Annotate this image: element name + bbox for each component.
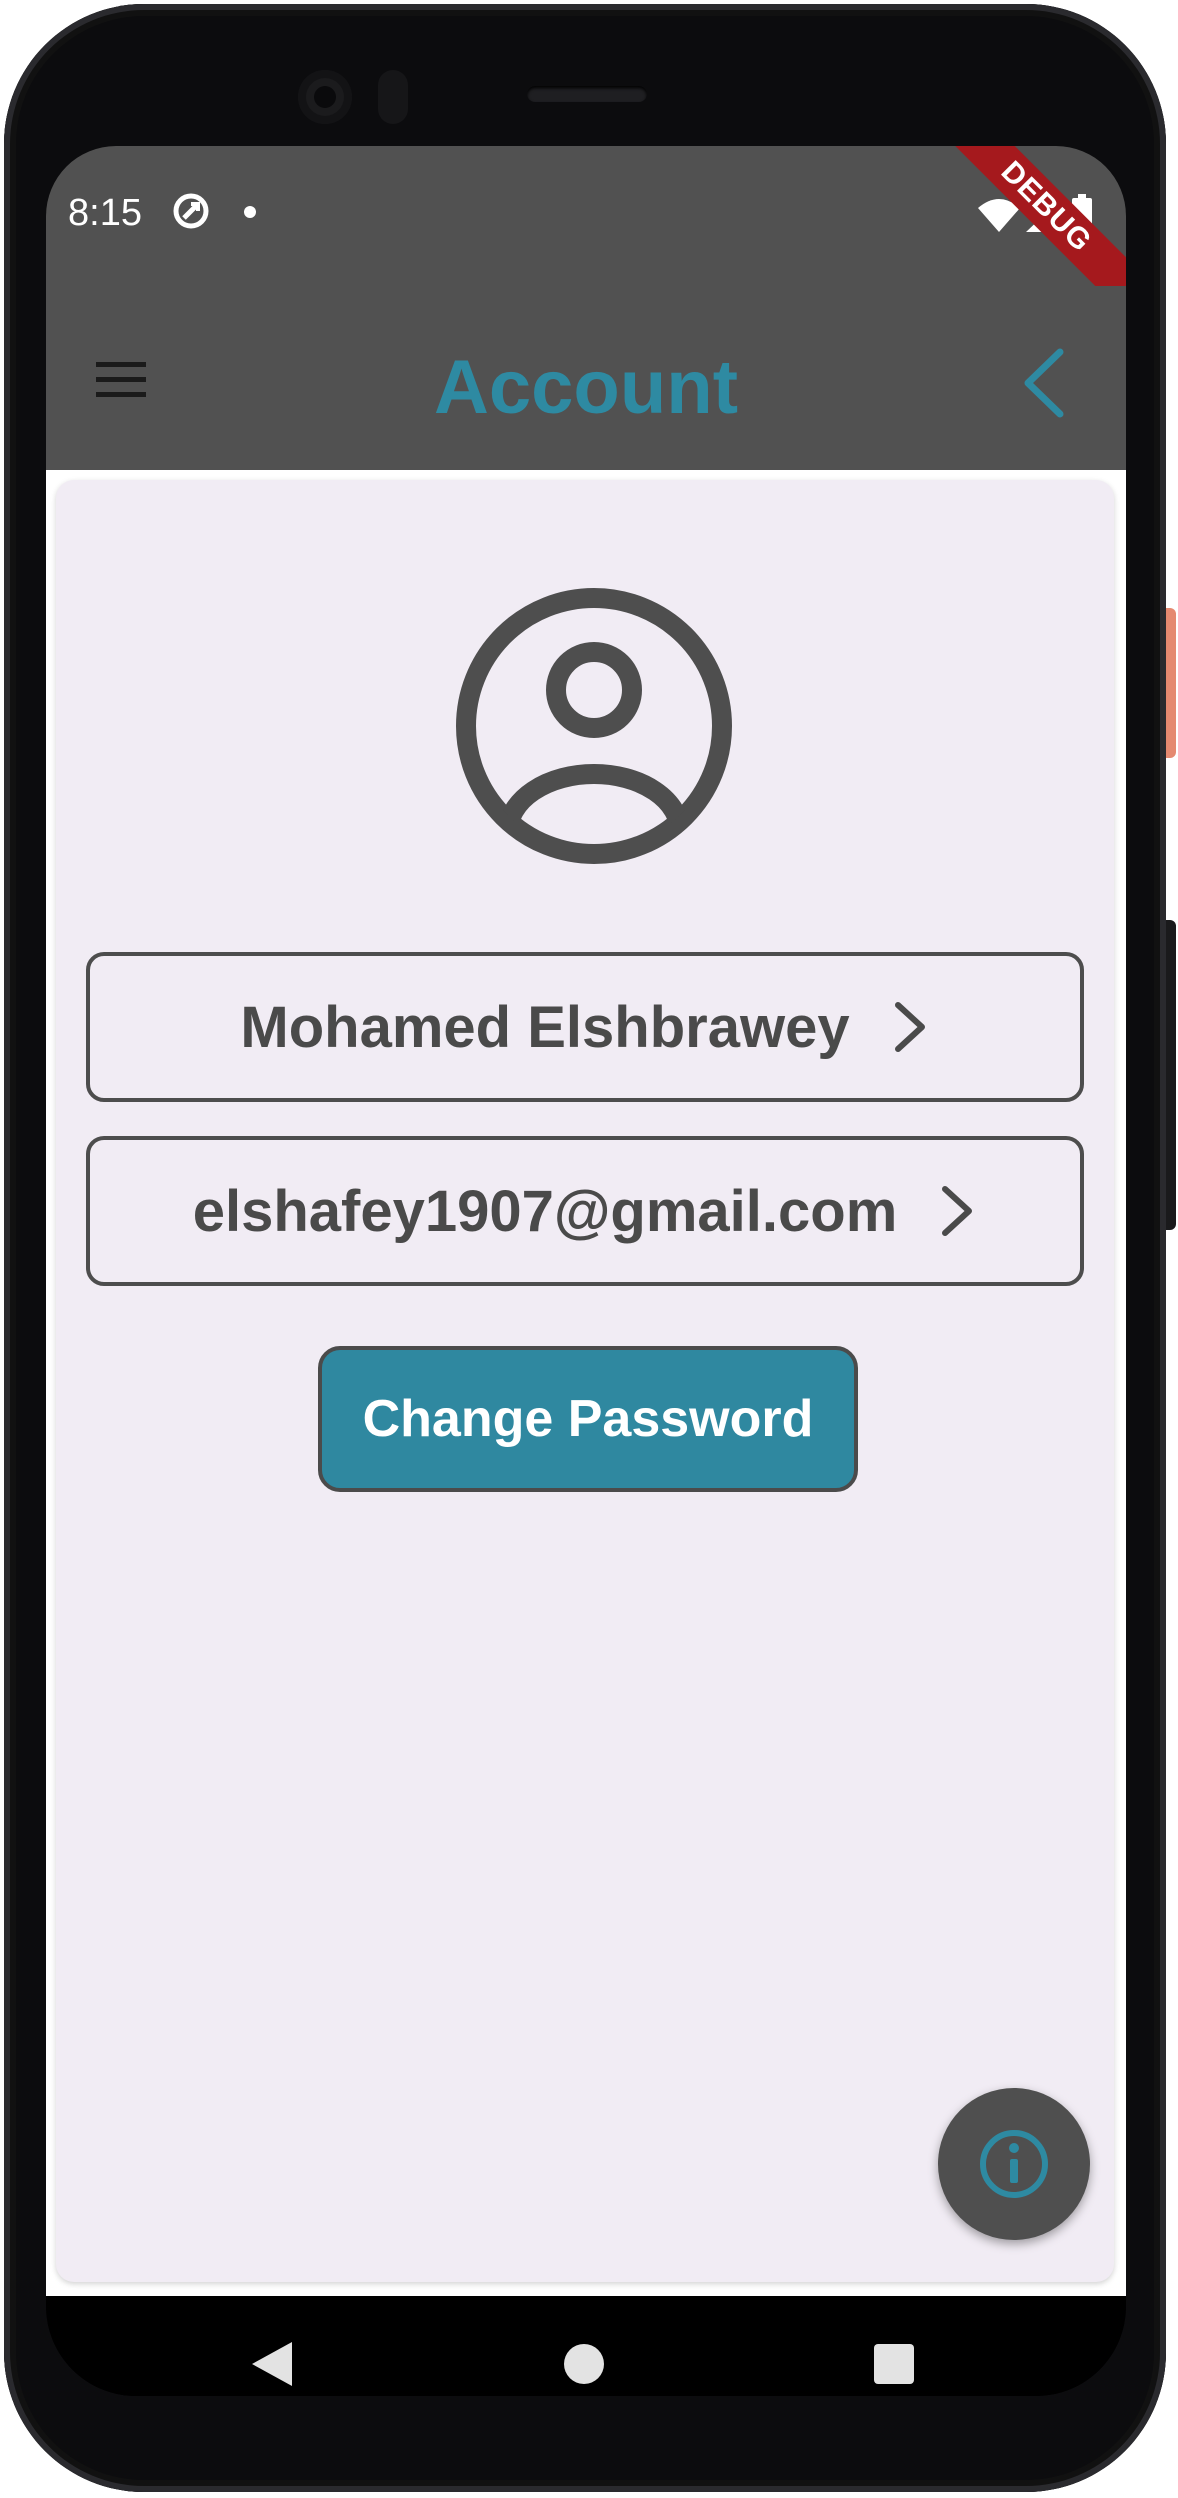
user-email: elshafey1907@gmail.com bbox=[192, 1178, 898, 1244]
chevron-right-icon bbox=[894, 1002, 925, 1052]
info-fab[interactable] bbox=[938, 2088, 1090, 2240]
notification-dot-icon bbox=[244, 206, 256, 218]
account-circle-icon bbox=[456, 588, 732, 864]
info-icon bbox=[980, 2130, 1048, 2198]
content-area: Mohamed Elshbrawey elshafey1907@gmail.co… bbox=[46, 470, 1126, 2296]
back-chevron-icon[interactable] bbox=[1018, 348, 1068, 418]
nav-back-icon[interactable] bbox=[252, 2342, 292, 2386]
name-button[interactable]: Mohamed Elshbrawey bbox=[86, 952, 1084, 1102]
account-card: Mohamed Elshbrawey elshafey1907@gmail.co… bbox=[56, 480, 1114, 2282]
earpiece-speaker bbox=[527, 86, 647, 102]
power-button bbox=[1166, 608, 1176, 758]
proximity-sensor bbox=[378, 70, 408, 124]
system-nav-bar bbox=[46, 2296, 1126, 2396]
user-name: Mohamed Elshbrawey bbox=[240, 994, 850, 1060]
email-button[interactable]: elshafey1907@gmail.com bbox=[86, 1136, 1084, 1286]
chevron-right-icon bbox=[942, 1186, 973, 1236]
data-saver-icon bbox=[173, 193, 209, 229]
status-bar: 8:15 DEBUG bbox=[46, 146, 1126, 328]
change-password-button[interactable]: Change Password bbox=[318, 1346, 858, 1492]
page-title: Account bbox=[434, 345, 738, 430]
screen: 8:15 DEBUG Account Mohamed Elshbrawey el… bbox=[46, 146, 1126, 2396]
app-bar: Account bbox=[46, 286, 1126, 470]
volume-button bbox=[1166, 920, 1176, 1230]
front-camera bbox=[298, 70, 352, 124]
nav-recents-icon[interactable] bbox=[874, 2344, 914, 2384]
status-time: 8:15 bbox=[68, 192, 142, 234]
nav-home-icon[interactable] bbox=[564, 2344, 604, 2384]
